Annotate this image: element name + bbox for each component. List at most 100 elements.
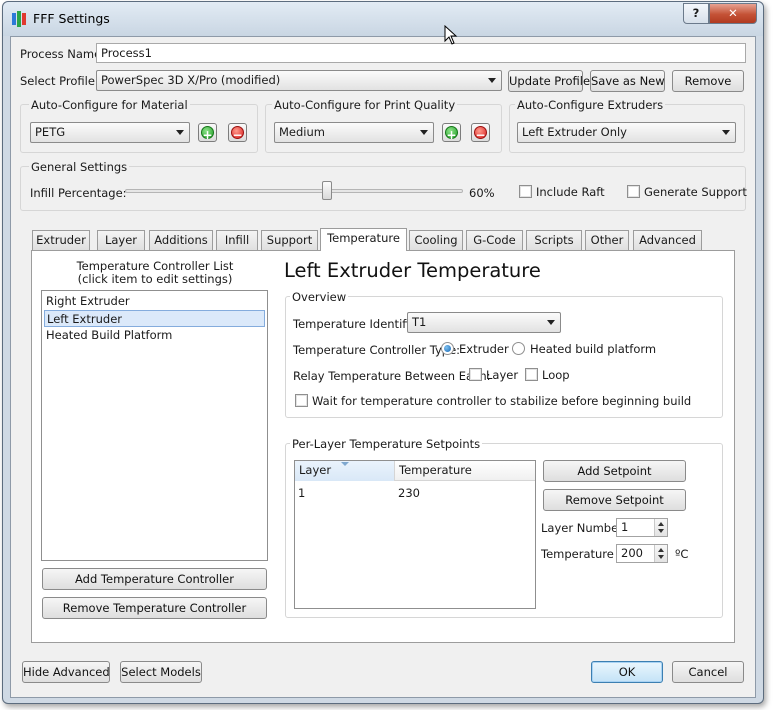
cancel-button[interactable]: Cancel bbox=[672, 661, 744, 683]
tab-additions[interactable]: Additions bbox=[149, 230, 213, 250]
spin-buttons[interactable] bbox=[654, 545, 667, 562]
list-item[interactable]: Heated Build Platform bbox=[44, 327, 265, 344]
list-item[interactable]: Left Extruder bbox=[44, 310, 265, 327]
chevron-down-icon bbox=[420, 130, 428, 135]
overview-title: Overview bbox=[290, 290, 349, 304]
temperature-identifier-value: T1 bbox=[412, 315, 427, 329]
generate-support-checkbox[interactable] bbox=[627, 185, 640, 198]
relay-loop-label: Loop bbox=[542, 368, 570, 382]
temperature-identifier-label: Temperature Identifier bbox=[293, 317, 422, 331]
tab-extruder[interactable]: Extruder bbox=[32, 230, 90, 250]
chevron-down-icon bbox=[488, 78, 496, 83]
remove-profile-button[interactable]: Remove bbox=[672, 70, 744, 92]
temperature-identifier-select[interactable]: T1 bbox=[407, 312, 561, 333]
wait-stabilize-label: Wait for temperature controller to stabi… bbox=[312, 394, 692, 408]
column-header-layer[interactable]: Layer bbox=[295, 461, 395, 481]
material-select-value: PETG bbox=[35, 125, 66, 139]
select-models-button[interactable]: Select Models bbox=[120, 661, 202, 683]
infill-value: 60% bbox=[469, 186, 495, 200]
title-bar[interactable]: FFF Settings ? ✕ bbox=[3, 2, 763, 36]
temperature-spinbox[interactable]: 200 bbox=[616, 544, 668, 563]
infill-slider-handle[interactable] bbox=[321, 181, 332, 200]
add-setpoint-button[interactable]: Add Setpoint bbox=[543, 460, 686, 482]
extruders-select[interactable]: Left Extruder Only bbox=[517, 122, 736, 143]
relay-temperature-label: Relay Temperature Between Each: bbox=[293, 369, 491, 383]
setpoints-title: Per-Layer Temperature Setpoints bbox=[290, 437, 483, 451]
tab-other[interactable]: Other bbox=[585, 230, 629, 250]
layer-number-value: 1 bbox=[621, 520, 629, 534]
quality-select[interactable]: Medium bbox=[274, 122, 434, 143]
extruders-select-value: Left Extruder Only bbox=[522, 125, 627, 139]
chevron-down-icon bbox=[176, 130, 184, 135]
chevron-down-icon bbox=[547, 320, 555, 325]
process-name-input[interactable]: Process1 bbox=[96, 43, 746, 63]
tab-support[interactable]: Support bbox=[261, 230, 318, 250]
table-row[interactable]: 1 230 bbox=[295, 484, 535, 502]
hide-advanced-button[interactable]: Hide Advanced bbox=[22, 661, 110, 683]
layer-number-label: Layer Number bbox=[541, 521, 623, 535]
column-header-layer-label: Layer bbox=[299, 463, 332, 477]
extruders-group-title: Auto-Configure Extruders bbox=[515, 98, 666, 112]
plus-icon: + bbox=[201, 126, 214, 142]
update-profile-button[interactable]: Update Profile bbox=[508, 70, 590, 92]
remove-setpoint-button[interactable]: Remove Setpoint bbox=[543, 489, 686, 511]
spin-up-icon bbox=[658, 548, 664, 552]
ok-button[interactable]: OK bbox=[591, 661, 663, 683]
relay-loop-checkbox[interactable] bbox=[525, 368, 538, 381]
spin-buttons[interactable] bbox=[654, 519, 667, 536]
tab-layer[interactable]: Layer bbox=[97, 230, 145, 250]
profile-select[interactable]: PowerSpec 3D X/Pro (modified) bbox=[96, 70, 502, 91]
minus-glyph: − bbox=[232, 128, 243, 142]
plus-glyph: + bbox=[446, 128, 457, 142]
temperature-value: 200 bbox=[621, 546, 643, 560]
remove-quality-button[interactable]: − bbox=[471, 123, 490, 142]
temperature-label: Temperature bbox=[541, 547, 614, 561]
temperature-unit: ºC bbox=[675, 547, 689, 561]
minus-glyph: − bbox=[475, 128, 486, 142]
tab-cooling[interactable]: Cooling bbox=[409, 230, 463, 250]
plus-icon: + bbox=[445, 126, 458, 142]
close-button[interactable]: ✕ bbox=[709, 3, 757, 24]
general-settings-title: General Settings bbox=[29, 160, 130, 174]
minus-icon: − bbox=[231, 126, 244, 142]
mouse-cursor-icon bbox=[444, 25, 458, 45]
page-title: Left Extruder Temperature bbox=[284, 259, 541, 282]
extruder-radio[interactable] bbox=[441, 342, 454, 355]
material-group-title: Auto-Configure for Material bbox=[29, 98, 190, 112]
relay-layer-label: Layer bbox=[486, 368, 519, 382]
include-raft-checkbox[interactable] bbox=[519, 185, 532, 198]
controller-list[interactable]: Right Extruder Left Extruder Heated Buil… bbox=[41, 290, 268, 561]
save-as-new-button[interactable]: Save as New bbox=[590, 70, 665, 92]
list-item[interactable]: Right Extruder bbox=[44, 293, 265, 310]
controller-type-label: Temperature Controller Type: bbox=[293, 343, 461, 357]
tab-g-code[interactable]: G-Code bbox=[466, 230, 523, 250]
add-quality-button[interactable]: + bbox=[442, 123, 461, 142]
row-temperature-cell: 230 bbox=[398, 486, 420, 500]
plus-glyph: + bbox=[202, 128, 213, 142]
infill-slider[interactable] bbox=[125, 189, 463, 193]
help-button[interactable]: ? bbox=[683, 3, 709, 24]
column-header-temperature[interactable]: Temperature bbox=[395, 461, 535, 481]
setpoints-table-header: Layer Temperature bbox=[295, 461, 535, 481]
tab-temperature[interactable]: Temperature bbox=[320, 228, 407, 251]
remove-temperature-controller-button[interactable]: Remove Temperature Controller bbox=[42, 597, 267, 619]
heated-platform-radio[interactable] bbox=[512, 342, 525, 355]
window-title: FFF Settings bbox=[33, 11, 110, 26]
wait-stabilize-checkbox[interactable] bbox=[295, 394, 308, 407]
controller-list-title: Temperature Controller List bbox=[76, 259, 234, 273]
tab-scripts[interactable]: Scripts bbox=[526, 230, 582, 250]
spin-up-icon bbox=[658, 522, 664, 526]
process-name-label: Process Name: bbox=[20, 47, 106, 61]
quality-group-title: Auto-Configure for Print Quality bbox=[272, 98, 458, 112]
material-select[interactable]: PETG bbox=[30, 122, 190, 143]
add-temperature-controller-button[interactable]: Add Temperature Controller bbox=[42, 568, 267, 590]
tab-infill[interactable]: Infill bbox=[216, 230, 258, 250]
infill-label: Infill Percentage: bbox=[30, 186, 127, 200]
tab-advanced[interactable]: Advanced bbox=[633, 230, 702, 250]
relay-layer-checkbox[interactable] bbox=[469, 368, 482, 381]
close-icon: ✕ bbox=[728, 6, 738, 20]
setpoints-table[interactable]: Layer Temperature 1 230 bbox=[294, 460, 536, 609]
add-material-button[interactable]: + bbox=[198, 123, 217, 142]
layer-number-spinbox[interactable]: 1 bbox=[616, 518, 668, 537]
remove-material-button[interactable]: − bbox=[228, 123, 247, 142]
